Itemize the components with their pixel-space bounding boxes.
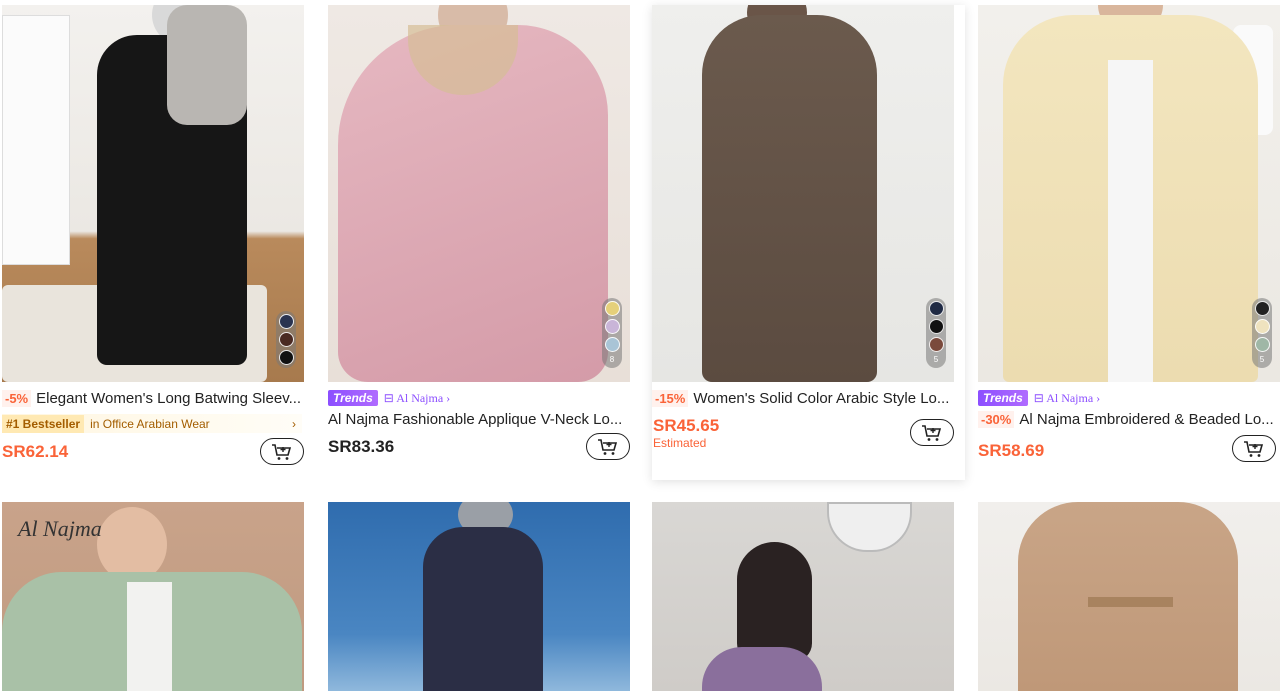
trends-badge[interactable]: Trends bbox=[978, 390, 1028, 406]
product-price: SR62.14 bbox=[2, 442, 69, 461]
product-title-row[interactable]: -15% Women's Solid Color Arabic Style Lo… bbox=[652, 388, 956, 408]
product-title-row[interactable]: -30% Al Najma Embroidered & Beaded Lo... bbox=[978, 409, 1280, 429]
product-title[interactable]: Elegant Women's Long Batwing Sleev... bbox=[36, 390, 301, 407]
product-image[interactable] bbox=[978, 502, 1280, 691]
brand-link[interactable]: ⊟ Al Najma › bbox=[384, 391, 450, 406]
swatch-count: 5 bbox=[1259, 355, 1265, 364]
color-swatch[interactable] bbox=[604, 319, 620, 334]
add-to-cart-icon bbox=[272, 443, 292, 460]
product-image[interactable]: 8 bbox=[328, 5, 630, 382]
color-swatches[interactable]: 5 bbox=[926, 298, 946, 368]
color-swatch[interactable] bbox=[928, 301, 944, 316]
add-to-cart-icon bbox=[1244, 440, 1264, 457]
product-image[interactable] bbox=[328, 502, 630, 691]
color-swatch[interactable] bbox=[278, 314, 294, 329]
color-swatch[interactable] bbox=[1254, 337, 1270, 352]
color-swatch[interactable] bbox=[278, 332, 294, 347]
product-image[interactable] bbox=[2, 5, 304, 382]
brand-watermark: Al Najma bbox=[18, 516, 102, 541]
product-image[interactable] bbox=[652, 502, 954, 691]
add-to-cart-button[interactable] bbox=[910, 419, 954, 446]
product-title-row[interactable]: -5% Elegant Women's Long Batwing Sleev..… bbox=[2, 388, 306, 408]
add-to-cart-button[interactable] bbox=[260, 438, 304, 465]
product-image[interactable]: 5 bbox=[978, 5, 1280, 382]
add-to-cart-icon bbox=[922, 424, 942, 441]
color-swatch[interactable] bbox=[928, 337, 944, 352]
product-price: SR45.65 bbox=[653, 416, 720, 435]
color-swatches[interactable] bbox=[276, 311, 296, 368]
color-swatch[interactable] bbox=[1254, 319, 1270, 334]
color-swatch[interactable] bbox=[604, 337, 620, 352]
color-swatch[interactable] bbox=[604, 301, 620, 316]
product-image[interactable]: 5 bbox=[652, 5, 954, 382]
discount-badge: -30% bbox=[978, 410, 1015, 428]
color-swatch[interactable] bbox=[1254, 301, 1270, 316]
product-card[interactable]: 8 Trends ⊟ Al Najma › Al Najma Fashionab… bbox=[328, 5, 632, 470]
color-swatch[interactable] bbox=[928, 319, 944, 334]
bestseller-category: in Office Arabian Wear bbox=[90, 416, 210, 431]
estimated-label: Estimated bbox=[653, 436, 707, 450]
product-title-row[interactable]: Al Najma Fashionable Applique V-Neck Lo.… bbox=[328, 409, 632, 429]
product-card[interactable]: -5% Elegant Women's Long Batwing Sleev..… bbox=[2, 5, 306, 470]
discount-badge: -15% bbox=[652, 389, 689, 407]
add-to-cart-button[interactable] bbox=[1232, 435, 1276, 462]
product-title[interactable]: Al Najma Embroidered & Beaded Lo... bbox=[1019, 411, 1273, 428]
bestseller-banner[interactable]: #1 Bestseller in Office Arabian Wear › bbox=[2, 414, 302, 433]
add-to-cart-icon bbox=[598, 438, 618, 455]
product-card[interactable] bbox=[978, 502, 1280, 691]
add-to-cart-button[interactable] bbox=[586, 433, 630, 460]
bestseller-rank: #1 Bestseller bbox=[2, 414, 85, 433]
product-card[interactable]: 5 -15% Women's Solid Color Arabic Style … bbox=[652, 5, 965, 480]
color-swatches[interactable]: 8 bbox=[602, 298, 622, 368]
swatch-count: 5 bbox=[933, 355, 939, 364]
product-image[interactable]: Al Najma bbox=[2, 502, 304, 691]
product-title[interactable]: Women's Solid Color Arabic Style Lo... bbox=[693, 390, 949, 407]
product-card[interactable]: 5 Trends ⊟ Al Najma › -30% Al Najma Embr… bbox=[978, 5, 1280, 470]
product-card[interactable]: Al Najma bbox=[2, 502, 306, 691]
product-price: SR83.36 bbox=[328, 437, 395, 456]
color-swatches[interactable]: 5 bbox=[1252, 298, 1272, 368]
chevron-right-icon: › bbox=[292, 416, 296, 431]
product-card[interactable] bbox=[328, 502, 632, 691]
discount-badge: -5% bbox=[2, 389, 32, 407]
color-swatch[interactable] bbox=[278, 350, 294, 365]
brand-link[interactable]: ⊟ Al Najma › bbox=[1034, 391, 1100, 406]
swatch-count: 8 bbox=[609, 355, 615, 364]
product-card[interactable] bbox=[652, 502, 956, 691]
product-title[interactable]: Al Najma Fashionable Applique V-Neck Lo.… bbox=[328, 411, 622, 428]
trends-badge[interactable]: Trends bbox=[328, 390, 378, 406]
product-price: SR58.69 bbox=[978, 441, 1045, 460]
